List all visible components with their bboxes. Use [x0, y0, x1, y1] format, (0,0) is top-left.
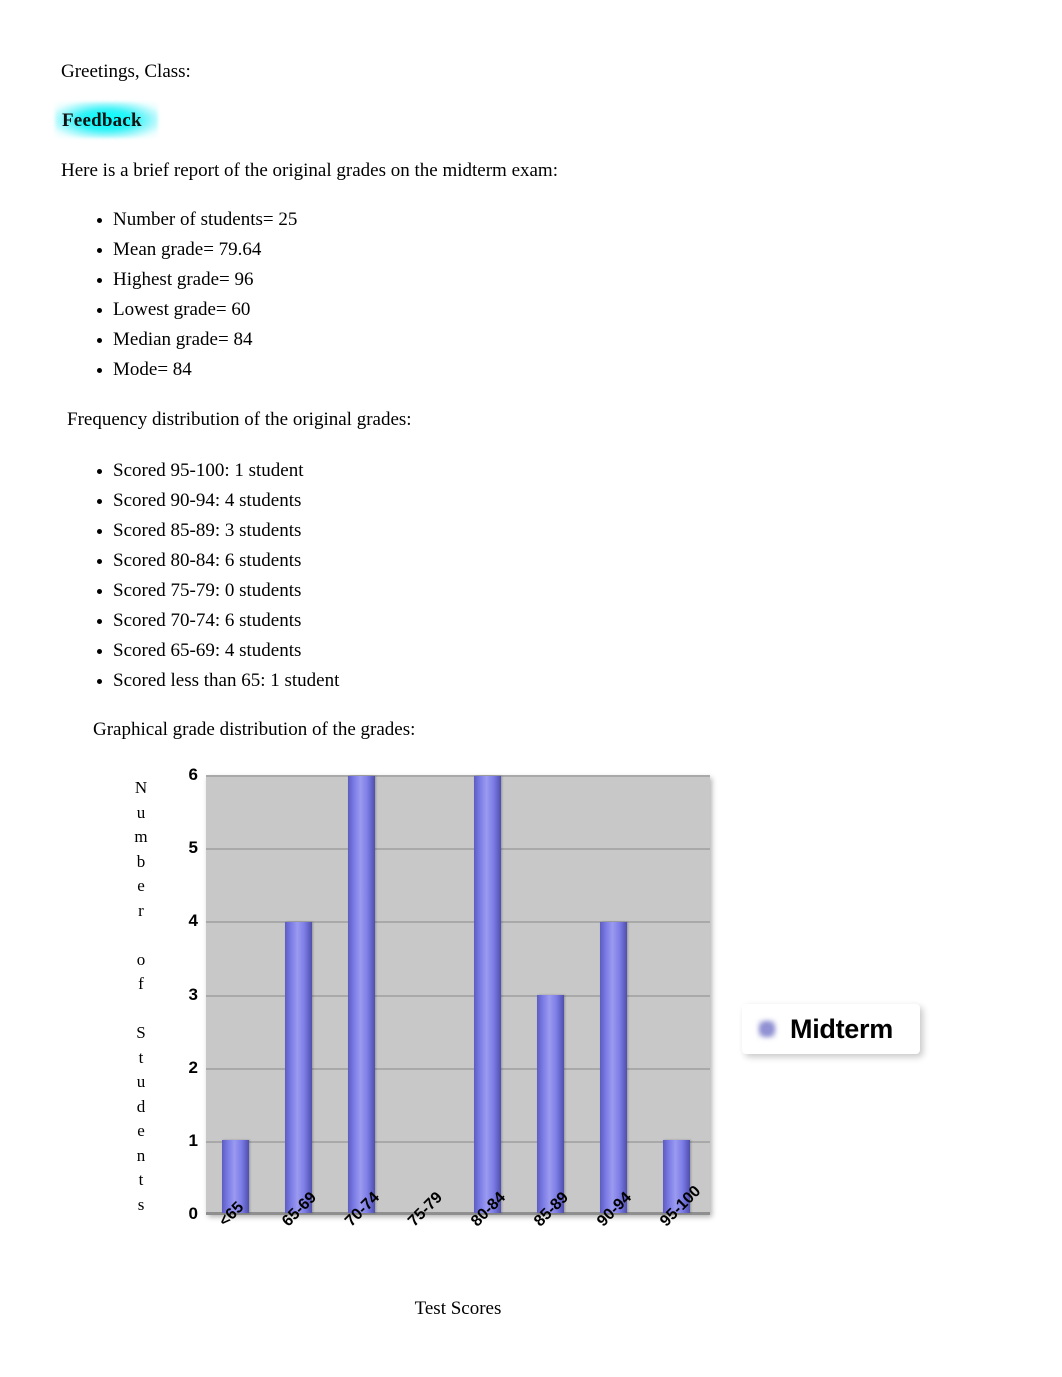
list-item: Scored 70-74: 6 students: [95, 606, 339, 636]
gridline: [206, 775, 710, 777]
x-axis-line: [206, 1212, 710, 1215]
y-axis-title-char: r: [138, 900, 144, 920]
gridline: [206, 1067, 710, 1070]
graph-heading: Graphical grade distribution of the grad…: [93, 719, 416, 740]
x-axis-tick-label: 95-100: [656, 1182, 704, 1231]
list-item: Scored 95-100: 1 student: [95, 456, 339, 486]
y-axis-title-char: e: [137, 876, 145, 895]
list-item: Scored 65-69: 4 students: [95, 636, 339, 666]
frequency-list: Scored 95-100: 1 student Scored 90-94: 4…: [95, 456, 339, 696]
list-item: Scored 90-94: 4 students: [95, 486, 339, 516]
intro-paragraph: Here is a brief report of the original g…: [61, 160, 558, 181]
bar-series-midterm: [206, 776, 710, 1215]
y-axis-title-char: b: [136, 851, 146, 871]
y-axis-tick-label: 2: [188, 1057, 198, 1077]
bar: [600, 921, 627, 1213]
frequency-heading: Frequency distribution of the original g…: [67, 409, 412, 430]
legend-label-midterm: Midterm: [790, 1013, 893, 1044]
list-item: Highest grade= 96: [95, 265, 297, 295]
greeting-line: Greetings, Class:: [61, 61, 191, 82]
gridline: [206, 994, 710, 997]
y-axis-tick-label: 3: [188, 984, 198, 1004]
document-page: Greetings, Class: Feedback Here is a bri…: [0, 0, 1062, 1377]
y-axis-title-char: u: [136, 802, 146, 822]
bar: [537, 994, 564, 1213]
x-axis-tick-label: <65: [215, 1198, 247, 1231]
bar: [663, 1140, 690, 1213]
statistics-list: Number of students= 25 Mean grade= 79.64…: [95, 205, 297, 385]
y-axis-title-char: m: [134, 827, 148, 846]
bar: [348, 776, 375, 1213]
y-axis-title-char: e: [137, 1121, 145, 1140]
y-axis-tick-label: 4: [188, 911, 198, 931]
y-axis-title-char: d: [136, 1096, 146, 1116]
y-axis-title: Number of Students: [130, 776, 152, 1217]
list-item: Scored 85-89: 3 students: [95, 516, 339, 546]
y-axis-title-char: N: [134, 778, 148, 797]
list-item: Scored less than 65: 1 student: [95, 666, 339, 696]
x-axis-tick-labels: <65 65-69 70-74 75-79 80-84 85-89 90-94 95-100: [206, 1183, 710, 1298]
x-axis-tick-label: 70-74: [341, 1189, 383, 1231]
list-item: Lowest grade= 60: [95, 295, 297, 325]
y-axis-title-gap: [130, 923, 152, 948]
y-axis-tick-label: 5: [188, 838, 198, 858]
y-axis-tick-label: 0: [188, 1204, 198, 1223]
y-axis-title-char: n: [136, 1145, 146, 1165]
x-axis-tick-label: 80-84: [467, 1189, 509, 1231]
plot-area: [206, 775, 710, 1215]
y-axis-title-char: f: [138, 974, 144, 993]
y-axis-title-char: s: [137, 1194, 145, 1214]
bar: [222, 1140, 249, 1213]
x-axis-tick-label: 75-79: [404, 1189, 446, 1231]
bar: [285, 921, 312, 1213]
gridline: [206, 921, 710, 924]
list-item: Scored 80-84: 6 students: [95, 546, 339, 576]
y-axis-title-char: t: [138, 1047, 144, 1067]
y-axis-title-char: t: [138, 1170, 144, 1189]
x-axis-tick-label: 90-94: [593, 1189, 635, 1231]
bar: [474, 776, 501, 1213]
x-axis-title: Test Scores: [414, 1298, 502, 1319]
list-item: Scored 75-79: 0 students: [95, 576, 339, 606]
list-item: Number of students= 25: [95, 205, 297, 235]
feedback-heading: Feedback: [62, 110, 142, 131]
legend-swatch-midterm: [758, 1020, 776, 1038]
y-axis-title-gap: [130, 997, 152, 1022]
y-axis-title-char: o: [136, 949, 146, 969]
list-item: Median grade= 84: [95, 325, 297, 355]
chart-legend: Midterm: [742, 1004, 920, 1054]
list-item: Mean grade= 79.64: [95, 235, 297, 265]
x-axis-tick-label: 85-89: [530, 1189, 572, 1231]
y-axis-tick-label: 6: [188, 765, 198, 784]
list-item: Mode= 84: [95, 355, 297, 385]
gridline: [206, 1140, 710, 1143]
gridline: [206, 848, 710, 851]
x-axis-tick-label: 65-69: [278, 1189, 320, 1231]
y-axis-tick-label: 1: [188, 1130, 198, 1150]
y-axis-title-char: u: [136, 1072, 146, 1091]
y-axis-title-char: S: [136, 1023, 146, 1042]
